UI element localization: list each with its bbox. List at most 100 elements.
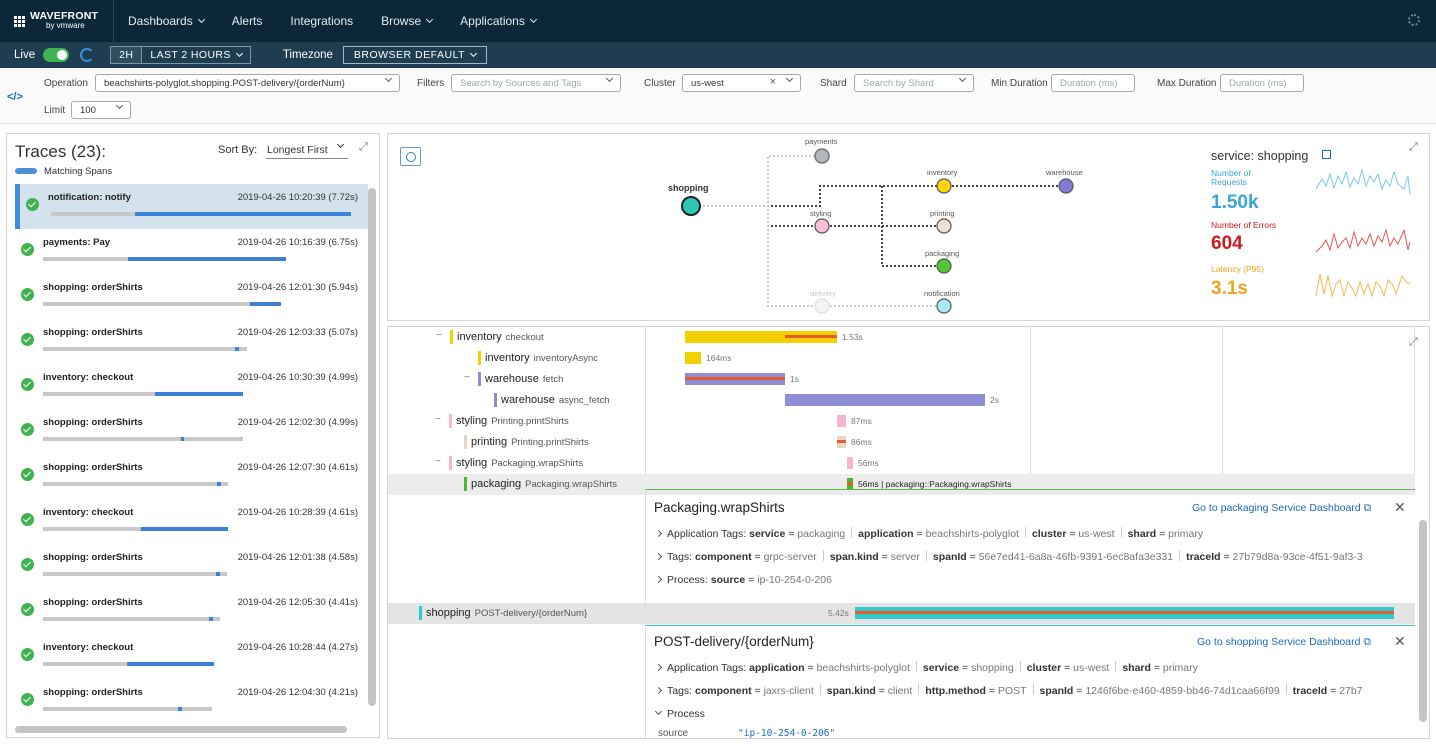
collapse-icon[interactable]: − (435, 414, 441, 425)
trace-item[interactable]: shopping: orderShirts 2019-04-26 12:04:30… (15, 679, 368, 724)
service-dashboard-link[interactable]: Go to shopping Service Dashboard ⧉ (1197, 636, 1371, 649)
span-row-inventory[interactable]: − inventory checkout 1.53s (388, 327, 1415, 348)
node-warehouse[interactable] (1058, 178, 1074, 194)
application-tags-row[interactable]: Application Tags: service = packaging app… (654, 527, 1203, 540)
trace-item[interactable]: inventory: checkout 2019-04-26 10:30:39 (… (15, 364, 368, 409)
trace-name: inventory: checkout (43, 642, 134, 653)
expand-icon[interactable]: ⤢ (1409, 141, 1419, 153)
span-bar[interactable] (847, 457, 853, 469)
close-icon[interactable]: ✕ (1394, 499, 1406, 516)
nav-item-integrations[interactable]: Integrations (276, 0, 367, 42)
external-link-icon[interactable] (1322, 150, 1331, 159)
close-icon[interactable]: ✕ (1394, 633, 1406, 650)
timezone-select[interactable]: BROWSER DEFAULT (342, 46, 488, 64)
trace-item[interactable]: shopping: orderShirts 2019-04-26 12:07:30… (15, 454, 368, 499)
success-check-icon (21, 288, 34, 301)
trace-date: 2019-04-26 12:04:30 (4.21s) (237, 687, 358, 698)
clear-icon[interactable]: × (770, 76, 776, 88)
span-row-warehouse[interactable]: warehouse async_fetch 2s (388, 390, 1415, 411)
node-payments[interactable] (814, 148, 830, 164)
tags-row[interactable]: Tags: component = jaxrs-client span.kind … (654, 684, 1363, 697)
span-bar[interactable] (837, 415, 846, 427)
node-packaging[interactable] (936, 258, 952, 274)
collapse-icon[interactable]: − (435, 456, 441, 467)
span-bar[interactable] (785, 394, 985, 406)
span-bar[interactable] (685, 352, 701, 364)
trace-duration-track (43, 302, 281, 306)
trace-name: inventory: checkout (43, 507, 134, 518)
node-styling[interactable] (814, 218, 830, 234)
sort-select[interactable]: Longest First (266, 140, 348, 159)
span-row-inventory[interactable]: inventory inventoryAsync 164ms (388, 348, 1415, 369)
trace-date: 2019-04-26 12:01:38 (4.58s) (237, 552, 358, 563)
node-notification[interactable] (936, 298, 952, 314)
expand-icon[interactable]: ⤢ (359, 141, 369, 153)
trace-item[interactable]: shopping: orderShirts 2019-04-26 12:02:30… (15, 409, 368, 454)
span-label: warehouse fetch (485, 373, 564, 385)
trace-date: 2019-04-26 10:28:39 (4.61s) (237, 507, 358, 518)
span-duration: 1.53s (842, 332, 863, 342)
cluster-label: Cluster (644, 78, 676, 89)
traces-scrollbar-horizontal[interactable] (15, 726, 347, 733)
trace-item[interactable]: notification: notify 2019-04-26 10:20:39 … (15, 184, 368, 229)
traces-scrollbar-vertical[interactable] (368, 188, 376, 706)
trace-item[interactable]: shopping: orderShirts 2019-04-26 12:01:38… (15, 544, 368, 589)
gear-icon[interactable] (1408, 14, 1420, 26)
cluster-select[interactable]: us-west × (682, 74, 801, 92)
service-dashboard-link[interactable]: Go to packaging Service Dashboard ⧉ (1192, 502, 1371, 515)
time-range-short[interactable]: 2H (111, 47, 143, 63)
process-row[interactable]: Process: source = ip-10-254-0-206 (654, 574, 832, 586)
matching-span-bar (209, 617, 213, 621)
node-delivery[interactable] (814, 298, 830, 314)
tags-row[interactable]: Tags: component = grpc-server span.kind =… (654, 550, 1363, 563)
collapse-icon[interactable]: − (436, 330, 442, 341)
nav-item-browse[interactable]: Browse (367, 0, 446, 42)
tag-value: shopping (971, 662, 1014, 674)
trace-item[interactable]: shopping: orderShirts 2019-04-26 12:01:30… (15, 274, 368, 319)
live-toggle[interactable] (43, 48, 70, 62)
nav-item-alerts[interactable]: Alerts (218, 0, 277, 42)
tag-value: primary (1168, 528, 1204, 540)
node-inventory[interactable] (936, 178, 952, 194)
node-shopping[interactable] (681, 196, 701, 216)
span-row-styling[interactable]: − styling Printing.printShirts 87ms (388, 411, 1415, 432)
operation-select[interactable]: beachshirts-polyglot.shopping.POST-deliv… (95, 74, 400, 92)
nav-item-applications[interactable]: Applications (446, 0, 550, 42)
span-row-styling[interactable]: − styling Packaging.wrapShirts 56ms (388, 453, 1415, 474)
max-duration-input[interactable]: Duration (ms) (1220, 74, 1304, 92)
trace-name: shopping: orderShirts (43, 462, 143, 473)
shard-search-input[interactable]: Search by Shard (854, 74, 974, 92)
span-row-warehouse[interactable]: − warehouse fetch 1s (388, 369, 1415, 390)
success-check-icon (21, 648, 34, 661)
wavefront-logo[interactable]: WAVEFRONT by vmware (0, 0, 114, 42)
trace-item[interactable]: shopping: orderShirts 2019-04-26 12:05:30… (15, 589, 368, 634)
trace-item[interactable]: payments: Pay 2019-04-26 10:16:39 (6.75s) (15, 229, 368, 274)
trace-duration-track (43, 662, 214, 666)
span-duration: 164ms (706, 353, 732, 363)
trace-item[interactable]: shopping: orderShirts 2019-04-26 12:03:33… (15, 319, 368, 364)
span-row-printing[interactable]: printing Printing.printShirts 86ms (388, 432, 1415, 453)
trace-name: shopping: orderShirts (43, 687, 143, 698)
trace-item[interactable]: inventory: checkout 2019-04-26 10:28:39 (… (15, 499, 368, 544)
span-row-shopping-root[interactable]: shopping POST-delivery/{orderNum} 5.42s (388, 603, 1415, 624)
trace-duration-track (43, 392, 243, 396)
application-tags-row[interactable]: Application Tags: application = beachshi… (654, 661, 1198, 674)
time-range-long[interactable]: LAST 2 HOURS (142, 47, 249, 63)
filters-search-input[interactable]: Search by Sources and Tags (451, 74, 621, 92)
process-row[interactable]: Process (654, 707, 705, 720)
time-range-selector[interactable]: 2H LAST 2 HOURS (110, 46, 251, 64)
code-icon[interactable]: </> (7, 91, 23, 103)
collapse-icon[interactable]: − (464, 372, 470, 383)
trace-panel-scrollbar[interactable] (1419, 520, 1427, 722)
limit-select[interactable]: 100 (71, 101, 131, 119)
tag-value: client (887, 685, 913, 697)
nav-item-dashboards[interactable]: Dashboards (114, 0, 218, 42)
trace-item[interactable]: inventory: checkout 2019-04-26 10:28:44 (… (15, 634, 368, 679)
span-label: printing Printing.printShirts (471, 436, 589, 448)
trace-duration-track (43, 707, 212, 711)
trace-date: 2019-04-26 10:30:39 (4.99s) (237, 372, 358, 383)
min-duration-input[interactable]: Duration (ms) (1051, 74, 1135, 92)
success-check-icon (21, 423, 34, 436)
tag-key: component (695, 551, 752, 563)
node-printing[interactable] (936, 218, 952, 234)
